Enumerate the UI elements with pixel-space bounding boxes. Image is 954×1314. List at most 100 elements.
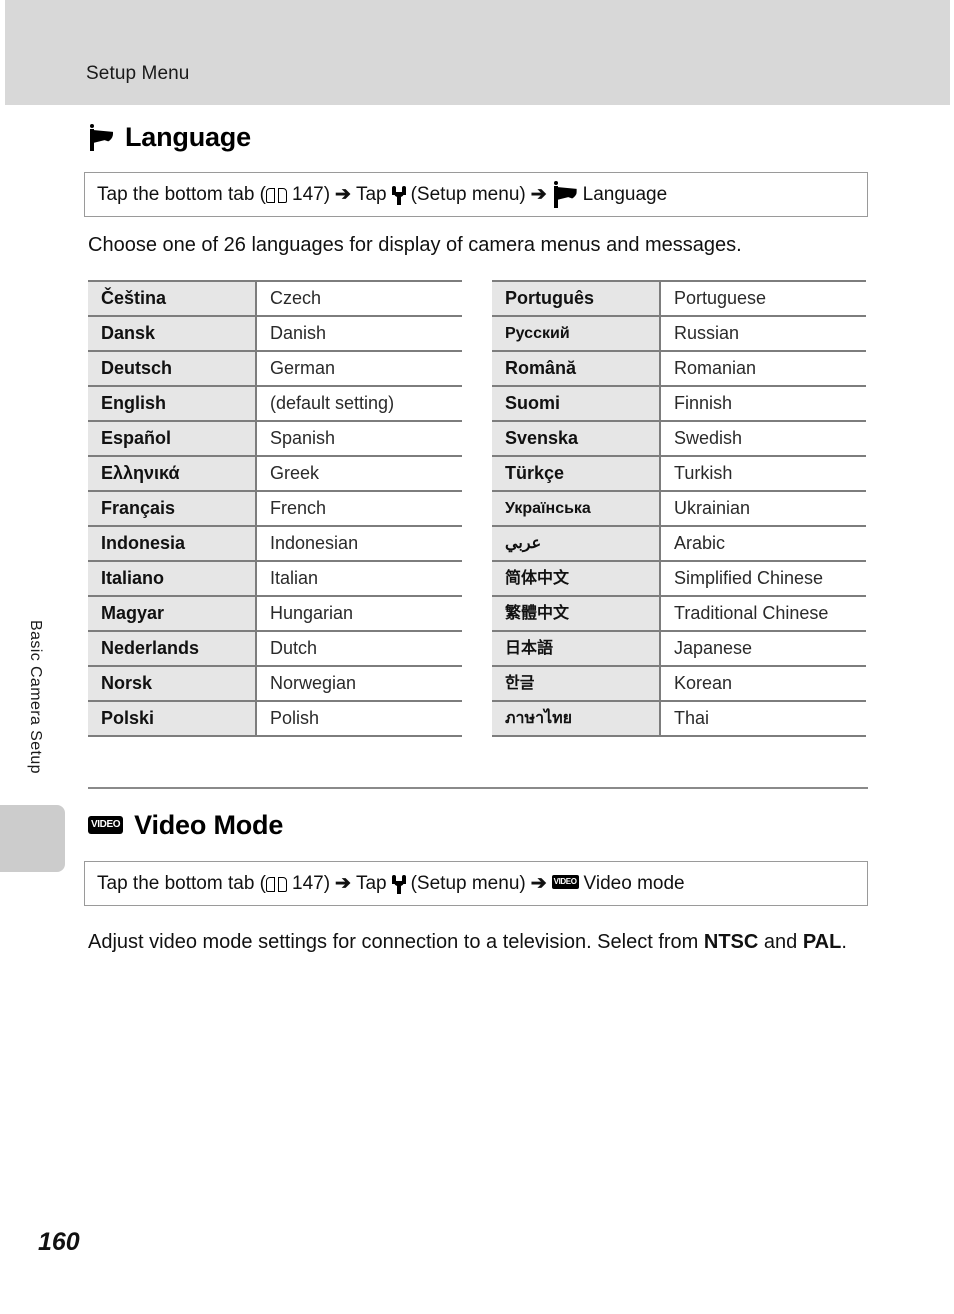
language-english-name: Czech	[256, 280, 462, 317]
table-row: Suomi Finnish	[492, 385, 866, 422]
video-desc-1: Adjust video mode settings for connectio…	[88, 931, 704, 953]
table-row: Magyar Hungarian	[88, 595, 462, 632]
table-row: Norsk Norwegian	[88, 665, 462, 702]
chapter-tab-marker	[0, 805, 65, 872]
wrench-icon-2	[391, 875, 406, 894]
language-english-name: Portuguese	[660, 280, 866, 317]
language-native-name: Français	[88, 490, 257, 527]
table-row: Română Romanian	[492, 350, 866, 387]
video-instr-part2: Tap	[355, 872, 387, 894]
lang-instr-part2: Tap	[355, 183, 387, 205]
video-desc-ntsc: NTSC	[703, 931, 759, 953]
table-row: Türkçe Turkish	[492, 455, 866, 492]
chapter-label: Basic Camera Setup	[27, 620, 44, 774]
video-desc-pal: PAL	[802, 931, 842, 953]
arrow-right-icon-3: ➔	[335, 873, 351, 894]
table-row: Русский Russian	[492, 315, 866, 352]
lang-instr-part4: Language	[582, 183, 668, 205]
table-row: Ελληνικά Greek	[88, 455, 462, 492]
language-english-name: Thai	[660, 700, 866, 737]
language-english-name: Simplified Chinese	[660, 560, 866, 597]
table-row: Deutsch German	[88, 350, 462, 387]
table-row: Português Portuguese	[492, 280, 866, 317]
table-row: Indonesia Indonesian	[88, 525, 462, 562]
language-native-name: Indonesia	[88, 525, 257, 562]
wrench-icon	[391, 186, 406, 205]
language-english-name: Japanese	[660, 630, 866, 667]
table-row: Español Spanish	[88, 420, 462, 457]
language-english-name: Polish	[256, 700, 462, 737]
table-row: 한글 Korean	[492, 665, 866, 702]
language-english-name: Turkish	[660, 455, 866, 492]
language-native-name: عربي	[492, 525, 661, 562]
lang-instr-part1: Tap the bottom tab (	[97, 183, 266, 205]
language-english-name: German	[256, 350, 462, 387]
table-row: 繁體中文 Traditional Chinese	[492, 595, 866, 632]
page-title: Setup Menu	[86, 63, 190, 84]
book-icon-2	[266, 877, 287, 892]
language-table-right: Português Portuguese Русский Russian Română R…	[492, 280, 866, 737]
video-instr-part3: (Setup menu)	[410, 872, 526, 894]
language-native-name: 한글	[492, 665, 661, 702]
language-native-name: Español	[88, 420, 257, 457]
language-english-name: Finnish	[660, 385, 866, 422]
language-native-name: 繁體中文	[492, 595, 661, 632]
language-english-name: Arabic	[660, 525, 866, 562]
language-native-name: Ελληνικά	[88, 455, 257, 492]
language-native-name: 简体中文	[492, 560, 661, 597]
video-icon: VIDEO	[88, 815, 124, 834]
language-table-left: Čeština Czech Dansk Danish Deutsch German Engl…	[88, 280, 462, 737]
language-english-name: Dutch	[256, 630, 462, 667]
video-mode-section-heading: VIDEO Video Mode	[88, 812, 283, 839]
table-row: عربي Arabic	[492, 525, 866, 562]
table-row: 简体中文 Simplified Chinese	[492, 560, 866, 597]
video-desc-3: .	[841, 931, 847, 953]
language-navigation-path: Tap the bottom tab ( 147) ➔ Tap (Setup m…	[84, 172, 868, 217]
table-row: Čeština Czech	[88, 280, 462, 317]
lang-instr-page-ref: 147)	[292, 183, 331, 205]
page-header-band	[5, 0, 950, 105]
table-row: ภาษาไทย Thai	[492, 700, 866, 737]
language-english-name: Korean	[660, 665, 866, 702]
video-desc-2: and	[758, 931, 803, 953]
lang-instr-part3: (Setup menu)	[410, 183, 526, 205]
section-divider	[88, 787, 868, 789]
language-native-name: Suomi	[492, 385, 661, 422]
language-native-name: Deutsch	[88, 350, 257, 387]
language-description: Choose one of 26 languages for display o…	[88, 234, 742, 256]
table-row: Svenska Swedish	[492, 420, 866, 457]
language-english-name: Greek	[256, 455, 462, 492]
language-english-name: Indonesian	[256, 525, 462, 562]
language-native-name: Українська	[492, 490, 661, 527]
language-english-name: (default setting)	[256, 385, 462, 422]
language-native-name: Svenska	[492, 420, 661, 457]
table-row: Polski Polish	[88, 700, 462, 737]
language-section-heading: Language	[88, 124, 251, 151]
table-row: 日本語 Japanese	[492, 630, 866, 667]
language-english-name: Ukrainian	[660, 490, 866, 527]
language-english-name: Norwegian	[256, 665, 462, 702]
language-english-name: French	[256, 490, 462, 527]
arrow-right-icon: ➔	[335, 184, 351, 205]
arrow-right-icon-4: ➔	[530, 873, 547, 894]
language-native-name: Nederlands	[88, 630, 257, 667]
video-navigation-path: Tap the bottom tab ( 147) ➔ Tap (Setup m…	[84, 861, 868, 906]
language-native-name: Türkçe	[492, 455, 661, 492]
language-english-name: Swedish	[660, 420, 866, 457]
language-native-name: Polski	[88, 700, 257, 737]
language-english-name: Danish	[256, 315, 462, 352]
language-native-name: Română	[492, 350, 661, 387]
flag-icon	[88, 124, 114, 151]
language-native-name: 日本語	[492, 630, 661, 667]
language-heading-text: Language	[125, 122, 251, 152]
table-row: Українська Ukrainian	[492, 490, 866, 527]
language-native-name: ภาษาไทย	[492, 700, 661, 737]
language-english-name: Traditional Chinese	[660, 595, 866, 632]
video-heading-text: Video Mode	[134, 810, 284, 840]
video-icon-inline: VIDEO	[551, 874, 579, 889]
language-native-name: English	[88, 385, 257, 422]
language-english-name: Russian	[660, 315, 866, 352]
language-native-name: Português	[492, 280, 661, 317]
flag-icon-inline	[552, 181, 578, 208]
language-english-name: Romanian	[660, 350, 866, 387]
